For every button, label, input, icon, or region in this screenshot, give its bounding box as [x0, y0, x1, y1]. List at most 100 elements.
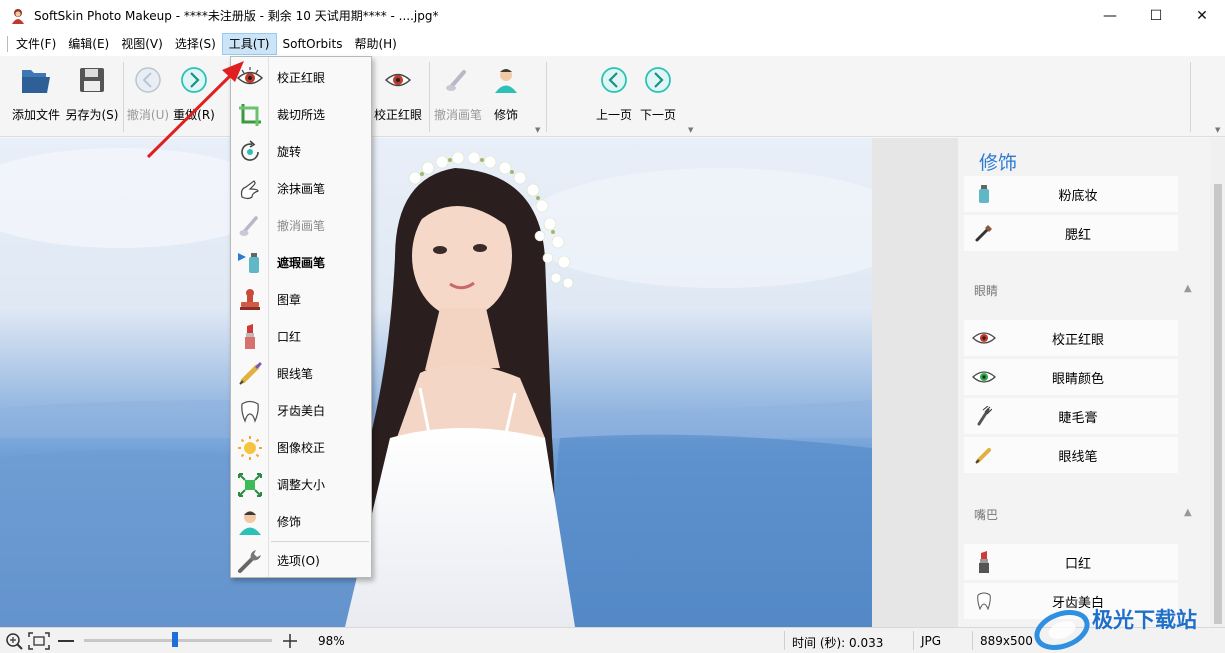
panel-item-redeye[interactable]: 校正红眼 [964, 320, 1178, 356]
menu-item-image-correction[interactable]: 图像校正 [231, 429, 371, 466]
panel-scrollbar[interactable] [1210, 138, 1225, 627]
app-window: SoftSkin Photo Makeup - ****未注册版 - 剩余 10… [0, 0, 1225, 653]
maximize-button[interactable]: ☐ [1133, 0, 1179, 31]
red-eye-icon [972, 332, 996, 344]
blush-brush-icon [975, 225, 992, 242]
menu-select[interactable]: 选择(S) [169, 33, 222, 55]
redeye-button[interactable]: 校正红眼 [372, 56, 424, 134]
save-as-button[interactable]: 另存为(S) [64, 56, 120, 134]
panel-item-foundation[interactable]: 粉底妆 [964, 176, 1178, 212]
menu-item-resize[interactable]: 调整大小 [231, 466, 371, 503]
menu-item-retouch[interactable]: 修饰 [231, 503, 371, 540]
app-logo-icon [12, 8, 24, 24]
fit-to-screen-icon[interactable] [28, 632, 50, 650]
menu-help[interactable]: 帮助(H) [348, 33, 402, 55]
panel-item-eyeliner[interactable]: 眼线笔 [964, 437, 1178, 473]
menu-tools[interactable]: 工具(T) [221, 32, 277, 55]
collapse-caret-icon[interactable]: ▲ [1184, 507, 1192, 518]
retouch-person-icon [239, 510, 261, 535]
panel-item-label: 腮红 [1064, 227, 1091, 243]
menu-item-rotate[interactable]: 旋转 [231, 133, 371, 170]
menu-item-label: 眼线笔 [277, 367, 314, 381]
watermark-logo-icon [1034, 610, 1090, 650]
menu-edit[interactable]: 编辑(E) [62, 33, 115, 55]
panel-item-blush[interactable]: 腮红 [964, 215, 1178, 251]
collapse-caret-icon[interactable]: ▲ [1184, 283, 1192, 294]
tooth-icon [977, 592, 991, 610]
save-as-label: 另存为(S) [65, 108, 119, 122]
panel-item-label: 口红 [1064, 556, 1091, 572]
menu-item-eyeliner[interactable]: 眼线笔 [231, 355, 371, 392]
menu-file[interactable]: 文件(F) [10, 33, 62, 55]
redo-button[interactable]: 重做(R) [172, 56, 216, 134]
menu-item-undo-brush[interactable]: 撤消画笔 [231, 207, 371, 244]
panel-item-label: 睫毛膏 [1058, 410, 1098, 426]
red-eye-icon [236, 66, 264, 84]
panel-item-mascara[interactable]: 睫毛膏 [964, 398, 1178, 434]
add-file-button[interactable]: 添加文件 [8, 56, 64, 134]
scrollbar-thumb[interactable] [1214, 184, 1222, 624]
zoom-out-icon[interactable] [58, 640, 74, 642]
toolbar-overflow-icon[interactable]: ▼ [1215, 126, 1220, 134]
menu-item-options[interactable]: 选项(O) [231, 542, 371, 579]
zoom-level: 98% [318, 634, 345, 648]
minimize-button[interactable]: — [1087, 0, 1133, 31]
prev-page-label: 上一页 [595, 108, 632, 122]
menu-view[interactable]: 视图(V) [115, 33, 169, 55]
menu-bar: 文件(F) 编辑(E) 视图(V) 选择(S) 工具(T) SoftOrbits… [0, 31, 1225, 56]
folder-open-icon [22, 70, 50, 93]
menu-item-crop[interactable]: 裁切所选 [231, 96, 371, 133]
menu-item-lipstick[interactable]: 口红 [231, 318, 371, 355]
window-title: SoftSkin Photo Makeup - ****未注册版 - 剩余 10… [34, 9, 439, 23]
menu-item-stamp[interactable]: 图章 [231, 281, 371, 318]
status-divider [972, 631, 973, 650]
portrait-photo [0, 138, 872, 627]
menu-item-smudge-brush[interactable]: 涂抹画笔 [231, 170, 371, 207]
next-page-icon [645, 67, 671, 93]
watermark-text: 极光下载站 [1092, 608, 1197, 632]
window-controls: — ☐ ✕ [1087, 0, 1225, 31]
add-file-label: 添加文件 [11, 108, 60, 122]
menu-item-teeth-whitening[interactable]: 牙齿美白 [231, 392, 371, 429]
panel-item-lipstick[interactable]: 口红 [964, 544, 1178, 580]
zoom-plus-icon[interactable] [281, 632, 299, 650]
section-eyes-header[interactable]: 眼睛 [974, 282, 998, 299]
tools-side-panel: 修饰 粉底妆 腮红 眼睛 ▲ 校正红眼 眼睛颜色 睫毛膏 眼线笔 嘴巴 ▲ 口红… [958, 138, 1225, 627]
panel-item-label: 眼睛颜色 [1051, 371, 1104, 387]
resize-icon [238, 472, 262, 497]
menu-item-concealer-brush[interactable]: 遮瑕画笔 [231, 244, 371, 281]
crop-icon [239, 103, 261, 126]
zoom-slider-thumb[interactable] [172, 632, 178, 647]
toolbar-divider [123, 62, 124, 132]
zoom-slider[interactable] [84, 639, 272, 642]
eyeliner-icon [975, 448, 991, 464]
menu-softorbits[interactable]: SoftOrbits [277, 33, 349, 55]
menu-item-label: 修饰 [277, 515, 302, 529]
site-watermark: 极光下载站 [1030, 600, 1225, 653]
mascara-icon [977, 406, 992, 426]
undo-button[interactable]: 撤消(U) [126, 56, 170, 134]
undo-label: 撤消(U) [126, 108, 170, 122]
prev-page-button[interactable]: 上一页 [592, 56, 636, 134]
floppy-disk-icon [80, 68, 104, 92]
menu-item-label: 涂抹画笔 [277, 182, 326, 196]
toolbar-overflow-icon[interactable]: ▼ [535, 126, 540, 134]
menu-item-redeye[interactable]: 校正红眼 [231, 59, 371, 96]
red-eye-icon [384, 73, 412, 87]
tools-dropdown-menu: 校正红眼 裁切所选 旋转 涂抹画笔 撤消画笔 遮瑕画笔 图章 口红 眼线笔 牙齿… [230, 56, 372, 578]
panel-item-eye-color[interactable]: 眼睛颜色 [964, 359, 1178, 395]
concealer-brush-icon [238, 252, 259, 273]
zoom-in-icon[interactable] [4, 632, 24, 650]
next-page-button[interactable]: 下一页 [636, 56, 680, 134]
section-mouth-header[interactable]: 嘴巴 [974, 506, 998, 523]
next-page-label: 下一页 [639, 108, 676, 122]
stamp-icon [240, 288, 260, 310]
toolbar-overflow-icon[interactable]: ▼ [688, 126, 693, 134]
close-button[interactable]: ✕ [1179, 0, 1225, 31]
toolbar: 添加文件 另存为(S) 撤消(U) 重做(R) 校正红眼 撤消画笔 修饰 ▼ 上… [0, 56, 1225, 137]
undo-brush-label: 撤消画笔 [433, 108, 482, 122]
retouch-button[interactable]: 修饰 [488, 56, 524, 134]
eyeliner-icon [239, 362, 262, 385]
undo-brush-button[interactable]: 撤消画笔 [432, 56, 484, 134]
image-canvas[interactable] [0, 138, 958, 627]
